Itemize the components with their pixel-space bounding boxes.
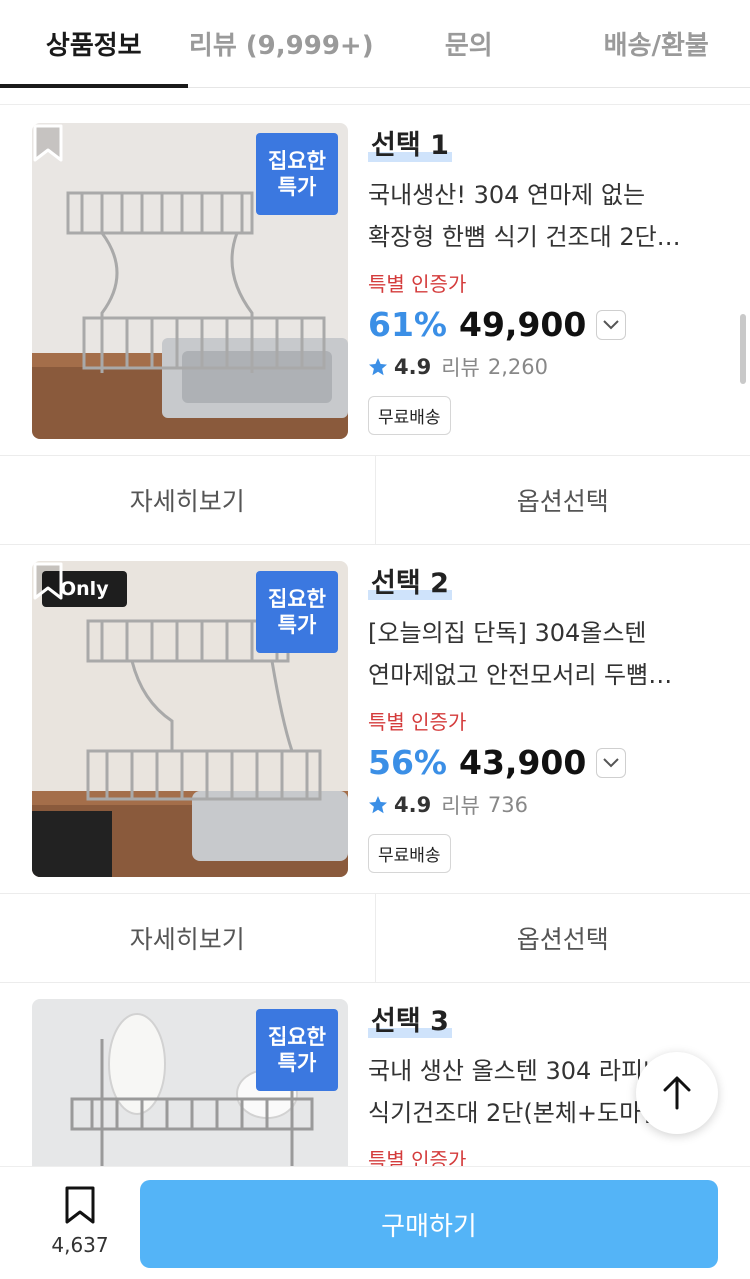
- bookmark-icon[interactable]: [32, 123, 64, 163]
- select-option-button[interactable]: 옵션선택: [374, 894, 750, 982]
- product-title-line: 국내생산! 304 연마제 없는: [368, 181, 646, 209]
- price-row: 56% 43,900: [368, 743, 728, 782]
- price-dropdown-button[interactable]: [596, 309, 627, 340]
- rating-row: 4.9 리뷰 736: [368, 790, 728, 820]
- product-info[interactable]: 선택 2 [오늘의집 단독] 304올스텐 연마제없고 안전모서리 두뼘… 특별…: [368, 561, 728, 873]
- deal-badge: 집요한 특가: [256, 133, 338, 215]
- bookmark-button[interactable]: 4,637: [40, 1185, 120, 1257]
- review-label: 리뷰: [441, 794, 480, 818]
- review-label: 리뷰: [441, 356, 480, 380]
- special-price-label: 특별 인증가: [368, 710, 467, 734]
- tab-shipping-refund[interactable]: 배송/환불: [563, 0, 750, 87]
- deal-badge-line: 집요한: [268, 1025, 326, 1049]
- product-image[interactable]: 집요한 특가: [32, 123, 348, 439]
- review-count: 736: [487, 793, 528, 817]
- review-count: 2,260: [487, 355, 548, 379]
- product-actions-2: 자세히보기 옵션선택: [0, 893, 750, 983]
- view-detail-button[interactable]: 자세히보기: [0, 894, 375, 982]
- view-detail-button[interactable]: 자세히보기: [0, 456, 375, 544]
- deal-badge-line: 특가: [277, 175, 317, 199]
- bottom-action-bar: 4,637 구매하기: [0, 1166, 750, 1279]
- arrow-up-icon: [663, 1076, 691, 1110]
- scrollbar[interactable]: [740, 314, 746, 384]
- chevron-down-icon: [603, 319, 620, 329]
- price: 49,900: [459, 305, 587, 344]
- deal-badge-line: 집요한: [268, 149, 326, 173]
- selection-label: 선택 2: [368, 561, 452, 600]
- product-actions-1: 자세히보기 옵션선택: [0, 455, 750, 545]
- rating-value: 4.9: [394, 355, 432, 379]
- deal-badge-line: 집요한: [268, 587, 326, 611]
- product-title: 국내생산! 304 연마제 없는 확장형 한뼘 식기 건조대 2단…: [368, 174, 728, 258]
- price: 43,900: [459, 743, 587, 782]
- bookmark-icon[interactable]: [32, 561, 64, 601]
- chevron-down-icon: [603, 757, 620, 767]
- tab-label: 배송/환불: [603, 31, 709, 61]
- product-title-line: [오늘의집 단독] 304올스텐: [368, 619, 647, 647]
- select-option-button[interactable]: 옵션선택: [374, 456, 750, 544]
- deal-badge-line: 특가: [277, 1051, 317, 1075]
- product-image[interactable]: Only 집요한 특가: [32, 561, 348, 877]
- deal-badge-line: 특가: [277, 613, 317, 637]
- special-price-label: 특별 인증가: [368, 1148, 467, 1166]
- tab-label: 리뷰 (9,999+): [188, 31, 374, 61]
- selection-label: 선택 3: [368, 999, 452, 1038]
- product-info[interactable]: 선택 1 국내생산! 304 연마제 없는 확장형 한뼘 식기 건조대 2단… …: [368, 123, 728, 435]
- tab-reviews[interactable]: 리뷰 (9,999+): [188, 0, 376, 87]
- deal-badge: 집요한 특가: [256, 571, 338, 653]
- selection-label: 선택 1: [368, 123, 452, 162]
- star-icon: [369, 796, 387, 814]
- tab-label: 상품정보: [45, 31, 142, 61]
- special-price-label: 특별 인증가: [368, 272, 467, 296]
- product-title: [오늘의집 단독] 304올스텐 연마제없고 안전모서리 두뼘…: [368, 612, 728, 696]
- product-title-line: 연마제없고 안전모서리 두뼘…: [368, 661, 673, 689]
- bookmark-icon: [65, 1186, 95, 1224]
- buy-button[interactable]: 구매하기: [140, 1180, 718, 1268]
- free-shipping-badge: 무료배송: [368, 834, 451, 873]
- product-image[interactable]: 집요한 특가: [32, 999, 348, 1166]
- bookmark-count: 4,637: [51, 1233, 109, 1257]
- tab-inquiry[interactable]: 문의: [375, 0, 563, 87]
- divider: [0, 104, 750, 105]
- price-dropdown-button[interactable]: [596, 747, 627, 778]
- scroll-to-top-button[interactable]: [636, 1052, 718, 1134]
- rating-row: 4.9 리뷰 2,260: [368, 352, 728, 382]
- deal-badge: 집요한 특가: [256, 1009, 338, 1091]
- rating-value: 4.9: [394, 793, 432, 817]
- price-row: 61% 49,900: [368, 305, 728, 344]
- star-icon: [369, 358, 387, 376]
- product-title-line: 확장형 한뼘 식기 건조대 2단…: [368, 223, 681, 251]
- tab-product-info[interactable]: 상품정보: [0, 0, 188, 88]
- free-shipping-badge: 무료배송: [368, 396, 451, 435]
- tab-label: 문의: [444, 31, 493, 61]
- tab-bar: 상품정보 리뷰 (9,999+) 문의 배송/환불: [0, 0, 750, 88]
- discount-rate: 61%: [368, 305, 447, 344]
- discount-rate: 56%: [368, 743, 447, 782]
